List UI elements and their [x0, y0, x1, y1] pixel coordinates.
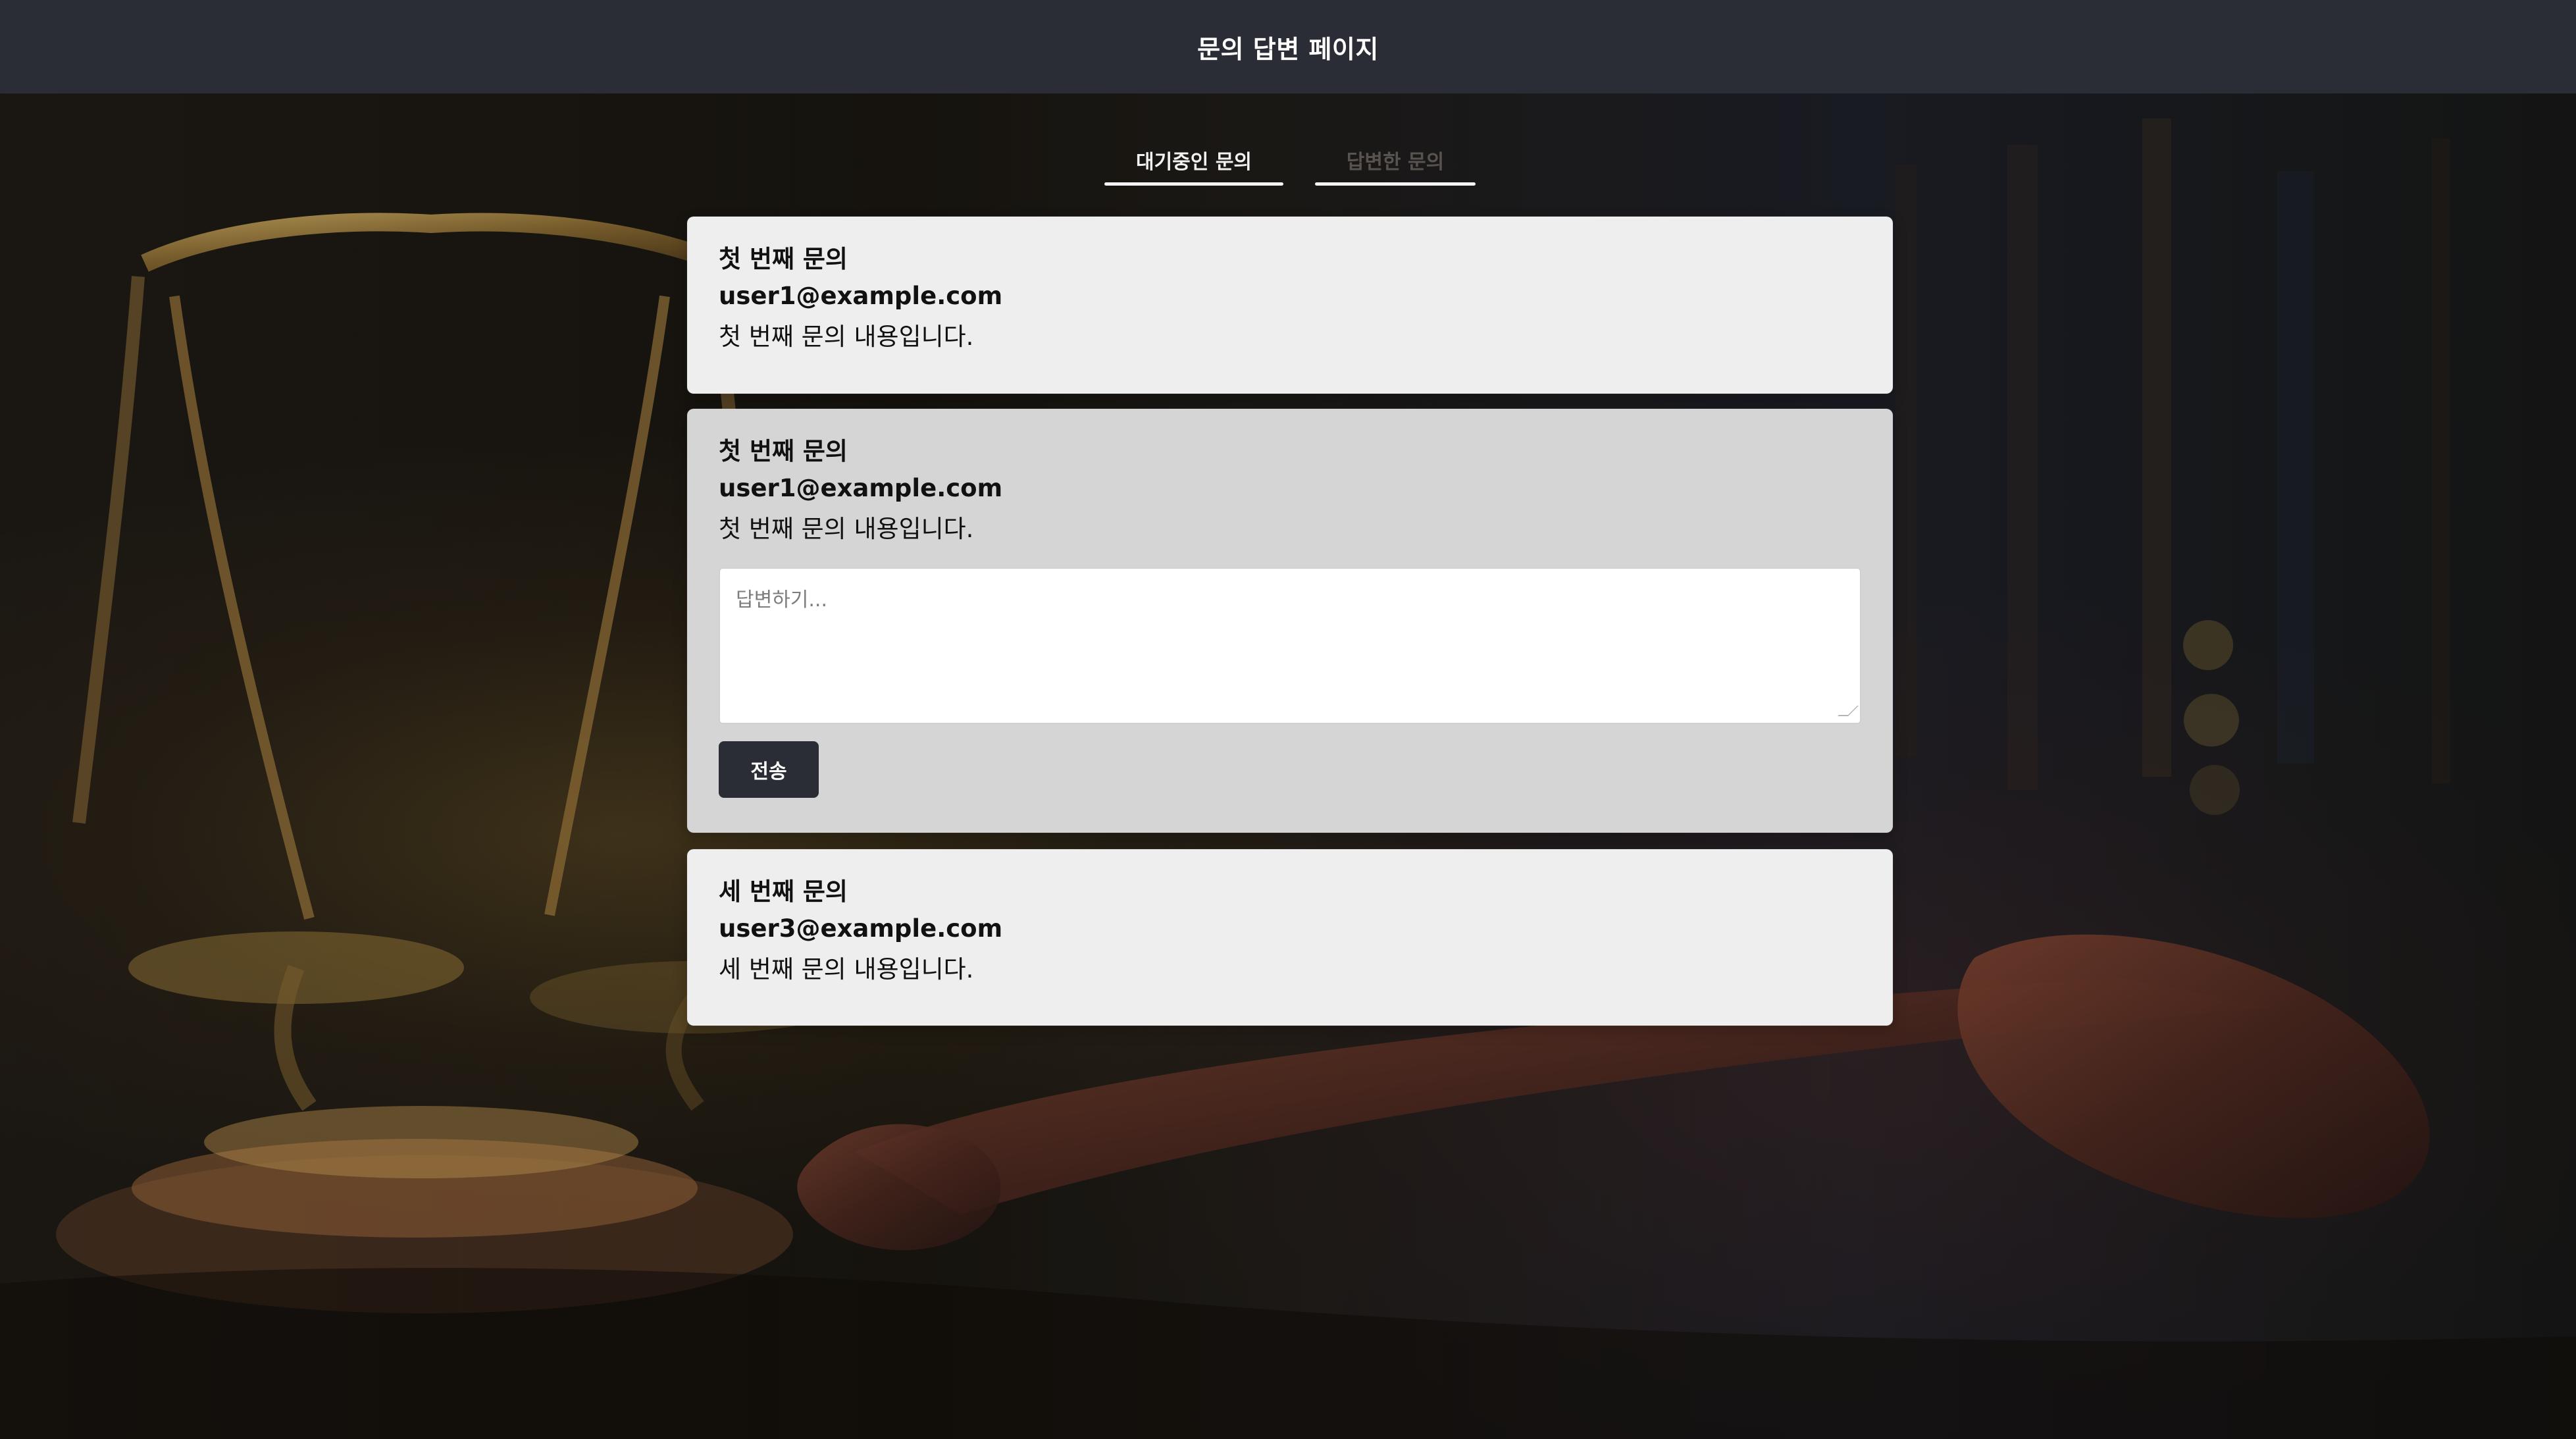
inquiry-email: user1@example.com: [719, 282, 1003, 311]
inquiry-title: 첫 번째 문의: [719, 437, 848, 465]
reply-placeholder: 답변하기...: [736, 588, 828, 612]
submit-reply-button[interactable]: 전송: [719, 741, 819, 798]
page-header: 문의 답변 페이지: [0, 0, 2576, 93]
inquiry-tabs: 대기중인 문의 답변한 문의: [1104, 134, 1476, 186]
inquiry-card-3[interactable]: 세 번째 문의 user3@example.com 세 번째 문의 내용입니다.: [687, 849, 1893, 1026]
page-root: 문의 답변 페이지 대기중인 문의 답변한 문의 첫 번째 문의 user1@e…: [0, 0, 2576, 1439]
tab-pending-inquiries-label: 대기중인 문의: [1135, 151, 1252, 174]
inquiry-card-1[interactable]: 첫 번째 문의 user1@example.com 첫 번째 문의 내용입니다.: [687, 217, 1893, 394]
page-title: 문의 답변 페이지: [1197, 34, 1379, 64]
inquiry-title: 세 번째 문의: [719, 877, 848, 906]
inquiry-content: 첫 번째 문의 내용입니다.: [719, 322, 974, 351]
inquiry-email: user1@example.com: [719, 474, 1003, 503]
inquiry-card-2-expanded[interactable]: 첫 번째 문의 user1@example.com 첫 번째 문의 내용입니다.…: [687, 409, 1893, 833]
inquiry-content: 첫 번째 문의 내용입니다.: [719, 514, 974, 543]
tab-answered-inquiries-label: 답변한 문의: [1346, 151, 1445, 174]
inquiry-email: user3@example.com: [719, 914, 1003, 943]
tab-pending-inquiries[interactable]: 대기중인 문의: [1104, 134, 1283, 186]
reply-textarea[interactable]: 답변하기...: [719, 567, 1861, 724]
inquiry-content: 세 번째 문의 내용입니다.: [719, 955, 974, 983]
inquiry-title: 첫 번째 문의: [719, 245, 848, 273]
tab-answered-inquiries[interactable]: 답변한 문의: [1315, 134, 1476, 186]
